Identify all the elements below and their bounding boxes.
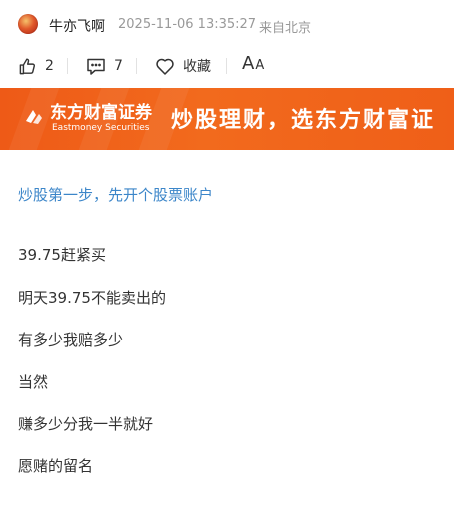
post-paragraph: 有多少我赔多少 [18, 331, 124, 349]
post-header: 牛亦飞啊 2025-11-06 13:35:27 来自北京 [0, 0, 454, 48]
post-paragraph: 39.75赶紧买 [18, 246, 106, 264]
font-size-large-icon: A [242, 53, 256, 74]
eastmoney-logo-icon [23, 106, 45, 132]
favorite-button[interactable]: 收藏 [155, 52, 211, 80]
comment-button[interactable]: 7 [86, 52, 123, 80]
thumbs-up-icon [18, 57, 37, 76]
author-name[interactable]: 牛亦飞啊 [49, 16, 105, 36]
divider [226, 58, 227, 74]
post-paragraph: 明天39.75不能卖出的 [18, 289, 166, 307]
action-bar: 2 7 收藏 AA [0, 52, 454, 80]
post-paragraph: 愿赌的留名 [18, 457, 94, 475]
open-account-link[interactable]: 炒股第一步，先开个股票账户 [18, 184, 213, 205]
comment-icon [86, 57, 106, 76]
post-source: 来自北京 [259, 21, 312, 36]
post-paragraph: 当然 [18, 373, 49, 391]
divider [67, 58, 68, 74]
banner-logo-text: 东方财富证券 [50, 103, 152, 123]
font-size-toggle[interactable]: AA [242, 53, 265, 74]
comment-count: 7 [114, 58, 123, 74]
banner-slogan: 炒股理财，选东方财富证 [171, 108, 436, 133]
post-paragraph: 赚多少分我一半就好 [18, 415, 154, 433]
banner-logo-subtext: Eastmoney Securities [52, 123, 150, 133]
heart-icon [155, 57, 175, 76]
like-count: 2 [45, 58, 54, 74]
divider [136, 58, 137, 74]
post-timestamp: 2025-11-06 13:35:27 [118, 17, 257, 32]
font-size-small-icon: A [255, 58, 266, 73]
avatar[interactable] [18, 14, 38, 34]
like-button[interactable]: 2 [18, 52, 54, 80]
ad-banner[interactable]: 东方财富证券 Eastmoney Securities 炒股理财，选东方财富证 [0, 88, 454, 150]
favorite-label: 收藏 [183, 59, 211, 75]
